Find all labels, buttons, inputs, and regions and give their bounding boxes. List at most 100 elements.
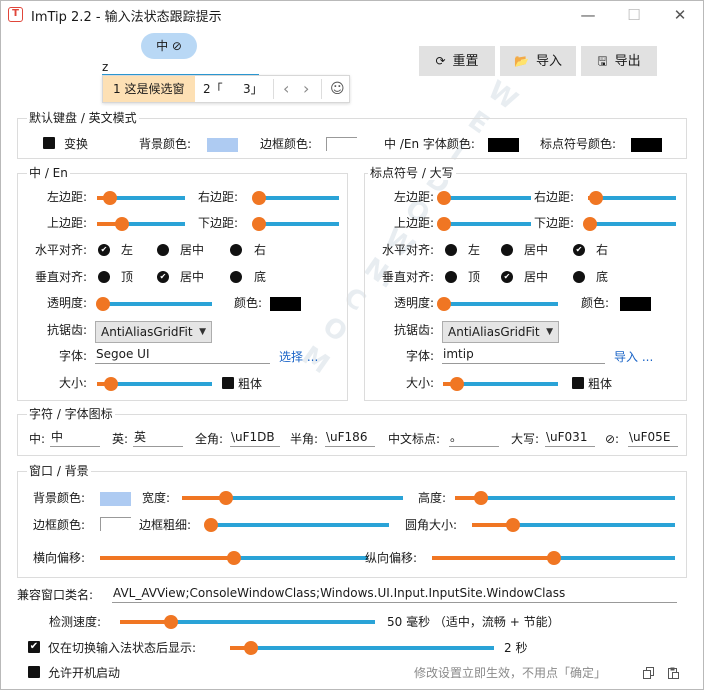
- kb-border-color-swatch[interactable]: [326, 137, 357, 151]
- caps-field[interactable]: \uF031: [545, 429, 595, 447]
- autostart-checkbox[interactable]: [28, 666, 40, 678]
- win-voffset-slider[interactable]: [432, 551, 675, 565]
- cn-size-label: 大小:: [58, 376, 87, 390]
- title-bar[interactable]: T ImTip 2.2 - 输入法状态跟踪提示 — ☐ ✕: [1, 1, 703, 29]
- toggle-checkbox[interactable]: [43, 137, 55, 149]
- pc-font-field[interactable]: imtip: [442, 346, 605, 364]
- pc-h-align-radio-0[interactable]: [445, 244, 457, 256]
- pc-h-align-radio-1[interactable]: [501, 244, 513, 256]
- show-after-switch-slider[interactable]: [230, 641, 494, 655]
- show-after-switch-checkbox[interactable]: ✔: [28, 641, 40, 653]
- autostart-label: 允许开机启动: [48, 666, 121, 680]
- pc-bold-checkbox[interactable]: [572, 377, 584, 389]
- cn-top-margin-slider[interactable]: [97, 217, 185, 231]
- cn-v-align-radio-1[interactable]: ✔: [157, 271, 169, 283]
- cn-v-align-option: 居中: [180, 270, 205, 284]
- cn-opacity-slider[interactable]: [95, 297, 212, 311]
- win-border-color-swatch[interactable]: [100, 517, 131, 531]
- cn-bottom-margin-slider[interactable]: [252, 217, 339, 231]
- kb-text-color-label: 中 /En 字体颜色:: [384, 137, 475, 151]
- cn-h-align-option: 右: [254, 243, 267, 257]
- minimize-button[interactable]: —: [565, 3, 611, 27]
- cn-bottom-margin-label: 下边距:: [198, 216, 239, 230]
- pc-h-align-radio-2[interactable]: ✔: [573, 244, 585, 256]
- kb-punct-color-swatch[interactable]: [631, 138, 662, 152]
- kb-bg-color-swatch[interactable]: [207, 138, 238, 152]
- cn-v-align-radio-0[interactable]: [98, 271, 110, 283]
- en-char-label: 英:: [112, 432, 129, 446]
- toggle-label: 变换: [64, 137, 89, 151]
- close-button[interactable]: ✕: [657, 3, 703, 27]
- pc-right-margin-slider[interactable]: [588, 191, 676, 205]
- pc-opacity-slider[interactable]: [437, 297, 558, 311]
- cn-bold-checkbox[interactable]: [222, 377, 234, 389]
- cn-font-label: 字体:: [58, 349, 87, 363]
- import-button[interactable]: 📂 导入: [500, 46, 576, 76]
- emoji-icon[interactable]: ☺: [330, 76, 345, 102]
- cn-color-swatch[interactable]: [270, 297, 301, 311]
- cn-v-align-radio-2[interactable]: [230, 271, 242, 283]
- cn-h-align-label: 水平对齐:: [34, 243, 87, 257]
- pc-bottom-margin-slider[interactable]: [582, 217, 676, 231]
- cn-font-field[interactable]: Segoe UI: [95, 346, 270, 364]
- cn-font-select-link[interactable]: 选择 ...: [279, 349, 318, 365]
- win-bg-color-swatch[interactable]: [100, 492, 131, 506]
- paste-icon[interactable]: [667, 667, 679, 679]
- pc-top-margin-label: 上边距:: [393, 216, 434, 230]
- maximize-button[interactable]: ☐: [611, 3, 657, 27]
- cn-char-field[interactable]: 中: [50, 429, 100, 447]
- cn-h-align-radio-0[interactable]: ✔: [98, 244, 110, 256]
- cn-h-align-option: 居中: [180, 243, 205, 257]
- win-radius-slider[interactable]: [472, 518, 675, 532]
- pc-font-import-link[interactable]: 导入 ...: [614, 349, 653, 365]
- cn-v-align-option: 顶: [121, 270, 134, 284]
- cn-size-slider[interactable]: [97, 377, 212, 391]
- cn-aa-select[interactable]: AntiAliasGridFit ▼: [95, 321, 212, 343]
- cn-left-margin-slider[interactable]: [97, 191, 185, 205]
- pc-color-swatch[interactable]: [620, 297, 651, 311]
- kb-punct-color-label: 标点符号颜色:: [540, 137, 617, 151]
- win-border-width-slider[interactable]: [203, 518, 389, 532]
- default-keyboard-title: 默认键盘 / 英文模式: [27, 111, 139, 125]
- win-width-slider[interactable]: [182, 491, 403, 505]
- reset-button[interactable]: ⟳ 重置: [419, 46, 495, 76]
- win-hoffset-slider[interactable]: [100, 551, 368, 565]
- export-label: 导出: [614, 54, 641, 69]
- disabled-field[interactable]: \uF05E: [628, 429, 678, 447]
- export-button[interactable]: 🖫 导出: [581, 46, 657, 76]
- kb-text-color-swatch[interactable]: [488, 138, 519, 152]
- pc-top-margin-slider[interactable]: [436, 217, 531, 231]
- pc-h-align-option: 右: [596, 243, 609, 257]
- copy-icon[interactable]: [643, 667, 655, 679]
- candidate-selected[interactable]: 1 这是候选窗: [103, 76, 195, 102]
- win-height-slider[interactable]: [455, 491, 675, 505]
- cn-h-align-option: 左: [121, 243, 134, 257]
- speed-slider[interactable]: [120, 615, 375, 629]
- pc-v-align-radio-1[interactable]: ✔: [501, 271, 513, 283]
- full-width-field[interactable]: \uF1DB: [230, 429, 280, 447]
- en-char-field[interactable]: 英: [133, 429, 183, 447]
- pc-aa-select[interactable]: AntiAliasGridFit ▼: [442, 321, 559, 343]
- win-height-label: 高度:: [418, 491, 447, 505]
- cn-h-align-radio-2[interactable]: [230, 244, 242, 256]
- cn-h-align-radio-1[interactable]: [157, 244, 169, 256]
- compat-field[interactable]: AVL_AVView;ConsoleWindowClass;Windows.UI…: [112, 585, 677, 603]
- cn-punct-field[interactable]: 。: [449, 429, 499, 447]
- candidate-next-icon[interactable]: ›: [303, 76, 309, 102]
- candidate-item-3[interactable]: 3」: [243, 76, 263, 102]
- ime-status-pill: 中 ⊘: [141, 33, 197, 59]
- punct-caps-title: 标点符号 / 大写: [368, 166, 456, 180]
- candidate-item-2[interactable]: 2「: [203, 76, 223, 102]
- pc-aa-value: AntiAliasGridFit: [448, 325, 540, 339]
- pc-v-align-option: 顶: [468, 270, 481, 284]
- candidate-divider: [321, 79, 322, 99]
- candidate-prev-icon[interactable]: ‹: [283, 76, 289, 102]
- pc-v-align-radio-2[interactable]: [573, 271, 585, 283]
- pc-size-slider[interactable]: [443, 377, 558, 391]
- pc-v-align-option: 底: [596, 270, 609, 284]
- pc-v-align-radio-0[interactable]: [445, 271, 457, 283]
- cn-right-margin-slider[interactable]: [252, 191, 339, 205]
- app-window: T ImTip 2.2 - 输入法状态跟踪提示 — ☐ ✕ 中 ⊘ z 1 这是…: [0, 0, 704, 690]
- pc-left-margin-slider[interactable]: [436, 191, 531, 205]
- half-width-field[interactable]: \uF186: [325, 429, 375, 447]
